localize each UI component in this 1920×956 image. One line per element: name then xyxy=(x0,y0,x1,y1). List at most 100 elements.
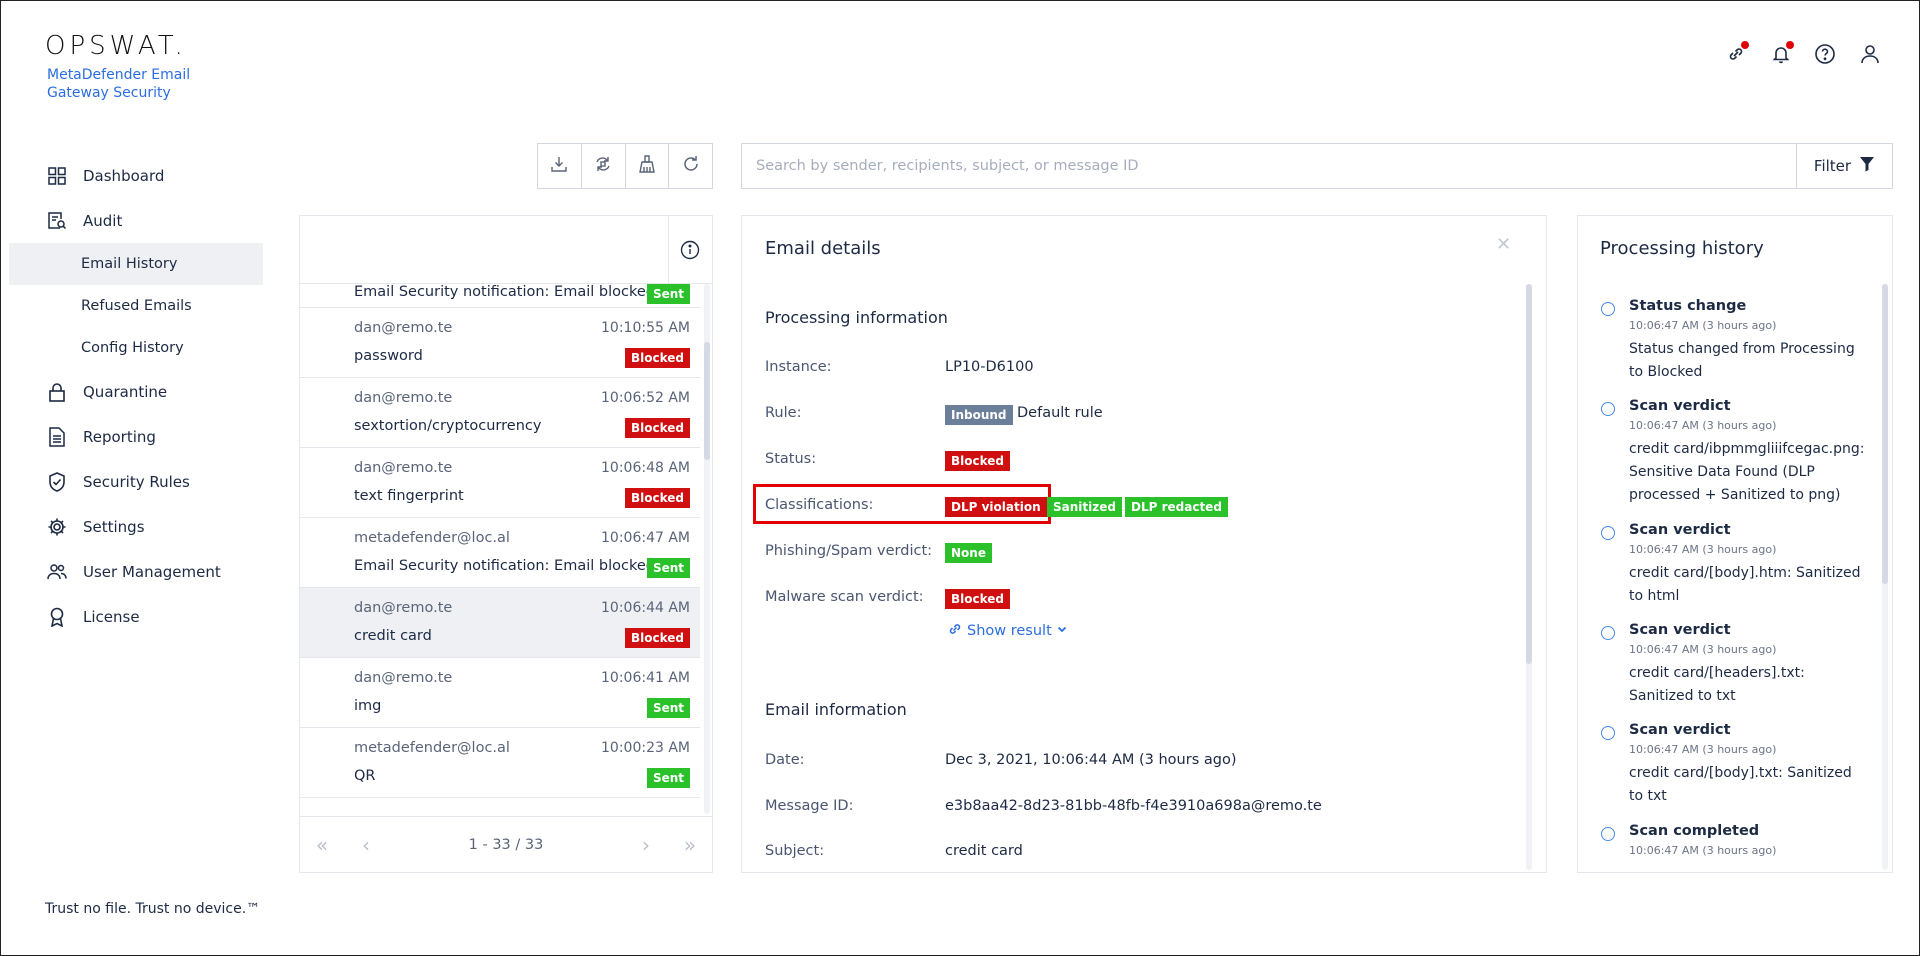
sidebar-nav: Dashboard Audit Email History Refused Em… xyxy=(9,153,263,639)
rule-value[interactable]: Default rule xyxy=(1017,405,1103,421)
history-item-title: Scan verdict xyxy=(1629,522,1731,538)
history-item-text: credit card/ibpmmgliiifcegac.png: Sensit… xyxy=(1629,441,1865,503)
filter-label: Filter xyxy=(1813,157,1852,175)
list-header xyxy=(300,216,712,284)
filter-icon xyxy=(1859,156,1875,176)
list-item[interactable]: metadefender@loc.al 10:00:23 AM QR Sent xyxy=(300,728,700,798)
status-badge: Blocked xyxy=(624,488,690,508)
sidebar-item-refused-emails[interactable]: Refused Emails xyxy=(9,285,263,327)
history-item: Scan verdict 10:06:47 AM (3 hours ago) c… xyxy=(1601,622,1865,708)
user-icon[interactable] xyxy=(1853,37,1887,71)
reprocess-button[interactable] xyxy=(582,144,626,188)
footer-tagline: Trust no file. Trust no device.™ xyxy=(45,901,261,917)
list-item-selected[interactable]: dan@remo.te 10:06:44 AM credit card Bloc… xyxy=(300,588,700,658)
sidebar-item-dashboard[interactable]: Dashboard xyxy=(9,153,263,198)
sidebar-item-label: Reporting xyxy=(83,427,156,446)
show-result-link[interactable]: Show result xyxy=(947,621,1068,641)
opswat-logo[interactable]: OPSWAT. xyxy=(45,31,187,61)
email-time: 10:06:48 AM xyxy=(601,460,690,476)
dlp-violation-badge: DLP violation xyxy=(945,497,1047,517)
sidebar-item-config-history[interactable]: Config History xyxy=(9,327,263,369)
history-title: Processing history xyxy=(1600,238,1764,259)
email-sender: dan@remo.te xyxy=(354,460,453,476)
sidebar-item-settings[interactable]: Settings xyxy=(9,504,263,549)
status-badge: Blocked xyxy=(624,628,690,648)
list-item[interactable]: metadefender@loc.al 10:06:47 AM Email Se… xyxy=(300,518,700,588)
email-subject: password xyxy=(354,348,423,364)
list-item[interactable]: Email Security notification: Email block… xyxy=(300,284,700,308)
instance-label: Instance: xyxy=(765,359,832,375)
history-item-text: credit card/[body].htm: Sanitized to htm… xyxy=(1629,565,1861,604)
email-subject: QR xyxy=(354,768,376,784)
list-item[interactable]: dan@remo.te 10:06:41 AM img Sent xyxy=(300,658,700,728)
last-page-icon[interactable]: » xyxy=(668,817,712,873)
history-item: Scan completed 10:06:47 AM (3 hours ago) xyxy=(1601,823,1777,857)
list-scrollbar-thumb[interactable] xyxy=(704,342,710,460)
license-icon xyxy=(47,607,67,627)
sidebar-item-audit[interactable]: Audit xyxy=(9,198,263,243)
list-item[interactable]: dan@remo.te 10:06:52 AM sextortion/crypt… xyxy=(300,378,700,448)
sidebar-item-email-history[interactable]: Email History xyxy=(9,243,263,285)
list-toolbar xyxy=(537,143,713,189)
help-icon[interactable] xyxy=(1808,37,1842,71)
malware-label: Malware scan verdict: xyxy=(765,589,924,605)
shield-icon xyxy=(47,471,67,492)
notification-dot xyxy=(1741,41,1749,49)
email-sender: dan@remo.te xyxy=(354,600,453,616)
timeline-dot xyxy=(1601,827,1615,841)
sidebar-item-license[interactable]: License xyxy=(9,594,263,639)
list-item[interactable]: dan@remo.te 10:06:48 AM text fingerprint… xyxy=(300,448,700,518)
info-icon[interactable] xyxy=(680,240,700,264)
filter-button[interactable]: Filter xyxy=(1796,144,1892,188)
timeline-dot xyxy=(1601,302,1615,316)
close-icon[interactable]: ✕ xyxy=(1496,234,1511,255)
history-scrollbar-thumb[interactable] xyxy=(1882,284,1888,584)
status-label: Status: xyxy=(765,451,817,467)
status-badge: Sent xyxy=(646,768,690,788)
email-list-panel: Email Security notification: Email block… xyxy=(299,215,713,873)
prev-page-icon[interactable]: ‹ xyxy=(344,817,388,873)
sidebar-item-reporting[interactable]: Reporting xyxy=(9,414,263,459)
date-label: Date: xyxy=(765,752,805,768)
sidebar-item-user-management[interactable]: User Management xyxy=(9,549,263,594)
status-badge: Sent xyxy=(646,698,690,718)
sidebar-item-quarantine[interactable]: Quarantine xyxy=(9,369,263,414)
sidebar-item-label: Dashboard xyxy=(83,166,165,185)
dlp-redacted-badge: DLP redacted xyxy=(1125,497,1228,517)
history-item-title: Scan verdict xyxy=(1629,622,1731,638)
first-page-icon[interactable]: « xyxy=(300,817,344,873)
email-time: 10:06:52 AM xyxy=(601,390,690,406)
subject-value: credit card xyxy=(945,843,1023,859)
report-icon xyxy=(47,426,67,447)
bell-icon[interactable] xyxy=(1764,37,1798,71)
next-page-icon[interactable]: › xyxy=(624,817,668,873)
link-icon xyxy=(947,621,963,641)
audit-icon xyxy=(47,211,67,231)
show-result-label: Show result xyxy=(967,623,1052,639)
list-item[interactable]: dan@remo.te 10:10:55 AM password Blocked xyxy=(300,308,700,378)
history-item-title: Status change xyxy=(1629,298,1747,314)
link-icon[interactable] xyxy=(1719,37,1753,71)
users-icon xyxy=(47,562,67,582)
clean-button[interactable] xyxy=(626,144,670,188)
details-scrollbar-thumb[interactable] xyxy=(1526,284,1532,664)
history-item-time: 10:06:47 AM (3 hours ago) xyxy=(1629,844,1777,857)
search-bar: Filter xyxy=(741,143,1893,189)
search-input[interactable] xyxy=(742,144,1796,188)
sidebar-item-label: Quarantine xyxy=(83,382,168,401)
page-range: 1 - 33 / 33 xyxy=(468,836,544,853)
download-button[interactable] xyxy=(538,144,582,188)
sidebar-item-label: License xyxy=(83,607,140,626)
history-item: Scan verdict 10:06:47 AM (3 hours ago) c… xyxy=(1601,722,1865,808)
sidebar-item-security-rules[interactable]: Security Rules xyxy=(9,459,263,504)
email-time: 10:06:47 AM xyxy=(601,530,690,546)
instance-value: LP10-D6100 xyxy=(945,359,1034,375)
sidebar-item-label: Security Rules xyxy=(83,472,190,491)
refresh-button[interactable] xyxy=(669,144,712,188)
status-badge: Sent xyxy=(646,284,690,304)
message-id-label: Message ID: xyxy=(765,798,854,814)
sidebar-item-label: Settings xyxy=(83,517,145,536)
history-item-text: credit card/[headers].txt: Sanitized to … xyxy=(1629,665,1805,704)
message-id-value: e3b8aa42-8d23-81bb-48fb-f4e3910a698a@rem… xyxy=(945,798,1322,814)
status-badge: Sent xyxy=(646,558,690,578)
